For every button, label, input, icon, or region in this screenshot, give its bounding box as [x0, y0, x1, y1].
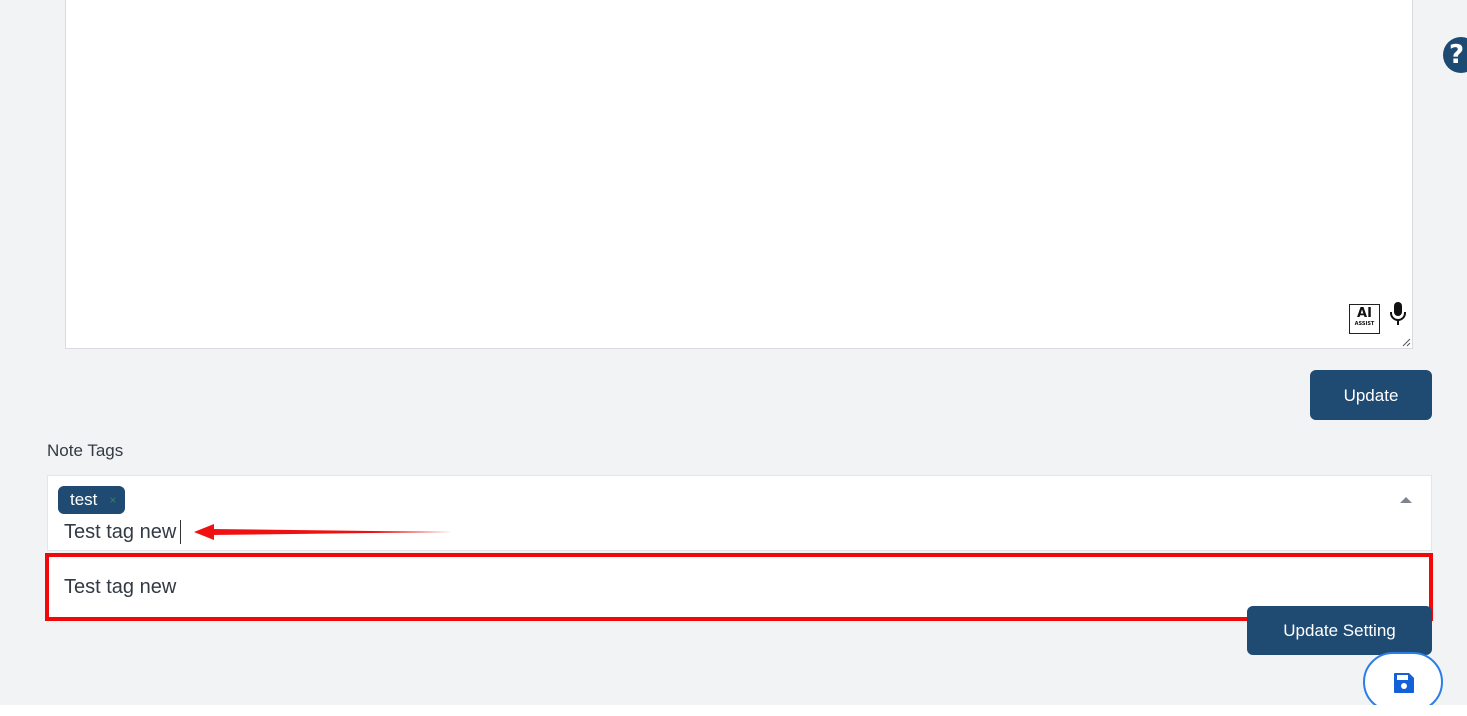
save-button[interactable] [1363, 652, 1443, 712]
tag-chip-label: test [70, 490, 98, 509]
microphone-icon[interactable] [1387, 301, 1409, 327]
page: AI ASSIST ? Update Note Tags test × Test … [0, 0, 1467, 716]
tag-chip: test × [58, 486, 126, 514]
ai-assist-icon[interactable]: AI ASSIST [1349, 304, 1380, 334]
annotation-arrow-icon [194, 524, 452, 540]
floppy-disk-icon [1394, 673, 1414, 693]
text-cursor [180, 520, 181, 544]
dropdown-option[interactable]: Test tag new [45, 553, 1433, 621]
tag-remove-icon[interactable]: × [109, 486, 116, 514]
ai-assist-label: AI [1357, 306, 1372, 321]
note-tags-label: Note Tags [47, 441, 124, 460]
question-mark-icon[interactable]: ? [1443, 37, 1467, 73]
update-button[interactable]: Update [1310, 370, 1432, 420]
ai-assist-sublabel: ASSIST [1354, 321, 1375, 327]
note-textarea[interactable] [65, 0, 1413, 349]
update-setting-button[interactable]: Update Setting [1247, 606, 1432, 655]
caret-up-icon[interactable] [1400, 497, 1412, 503]
resize-handle-icon[interactable] [1401, 337, 1411, 347]
bottom-strip [0, 705, 1467, 716]
